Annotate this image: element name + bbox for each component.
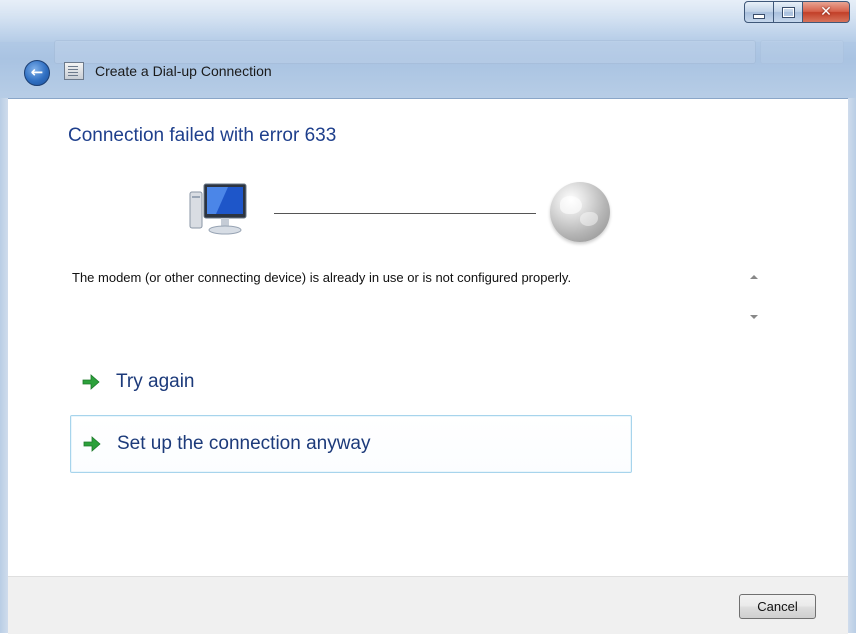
address-bar bbox=[54, 40, 756, 64]
maximize-button[interactable] bbox=[774, 1, 803, 23]
maximize-icon bbox=[781, 6, 795, 18]
dialup-wizard-window: ✕ ← Create a Dial-up Connection Connecti… bbox=[0, 0, 856, 634]
computer-icon bbox=[189, 183, 247, 235]
green-arrow-icon bbox=[82, 374, 100, 390]
setup-anyway-link[interactable]: Set up the connection anyway bbox=[70, 415, 632, 473]
close-button[interactable]: ✕ bbox=[803, 1, 850, 23]
globe-icon bbox=[550, 182, 610, 242]
scroll-down-icon[interactable] bbox=[750, 315, 758, 319]
dialup-connection-icon bbox=[64, 62, 84, 80]
window-controls: ✕ bbox=[744, 1, 850, 23]
minimize-icon bbox=[753, 13, 765, 19]
minimize-button[interactable] bbox=[744, 1, 774, 23]
page-title: Connection failed with error 633 bbox=[68, 125, 337, 146]
try-again-label: Try again bbox=[116, 371, 195, 392]
try-again-link[interactable]: Try again bbox=[70, 354, 470, 410]
green-arrow-icon bbox=[83, 436, 101, 452]
scroll-up-icon[interactable] bbox=[750, 275, 758, 279]
close-icon: ✕ bbox=[820, 4, 832, 20]
setup-anyway-label: Set up the connection anyway bbox=[117, 433, 371, 454]
wizard-content: Connection failed with error 633 The mod… bbox=[8, 99, 848, 573]
connection-diagram bbox=[178, 174, 628, 244]
error-message: The modem (or other connecting device) i… bbox=[72, 270, 572, 285]
connection-line bbox=[274, 213, 536, 214]
window-title: Create a Dial-up Connection bbox=[95, 63, 272, 79]
wizard-footer: Cancel bbox=[8, 576, 848, 634]
search-box bbox=[760, 40, 844, 64]
cancel-button[interactable]: Cancel bbox=[739, 594, 816, 619]
title-bar: ✕ ← Create a Dial-up Connection bbox=[0, 0, 856, 99]
back-arrow-icon: ← bbox=[30, 63, 44, 81]
message-scrollbar[interactable] bbox=[746, 265, 762, 328]
back-button[interactable]: ← bbox=[24, 60, 50, 86]
